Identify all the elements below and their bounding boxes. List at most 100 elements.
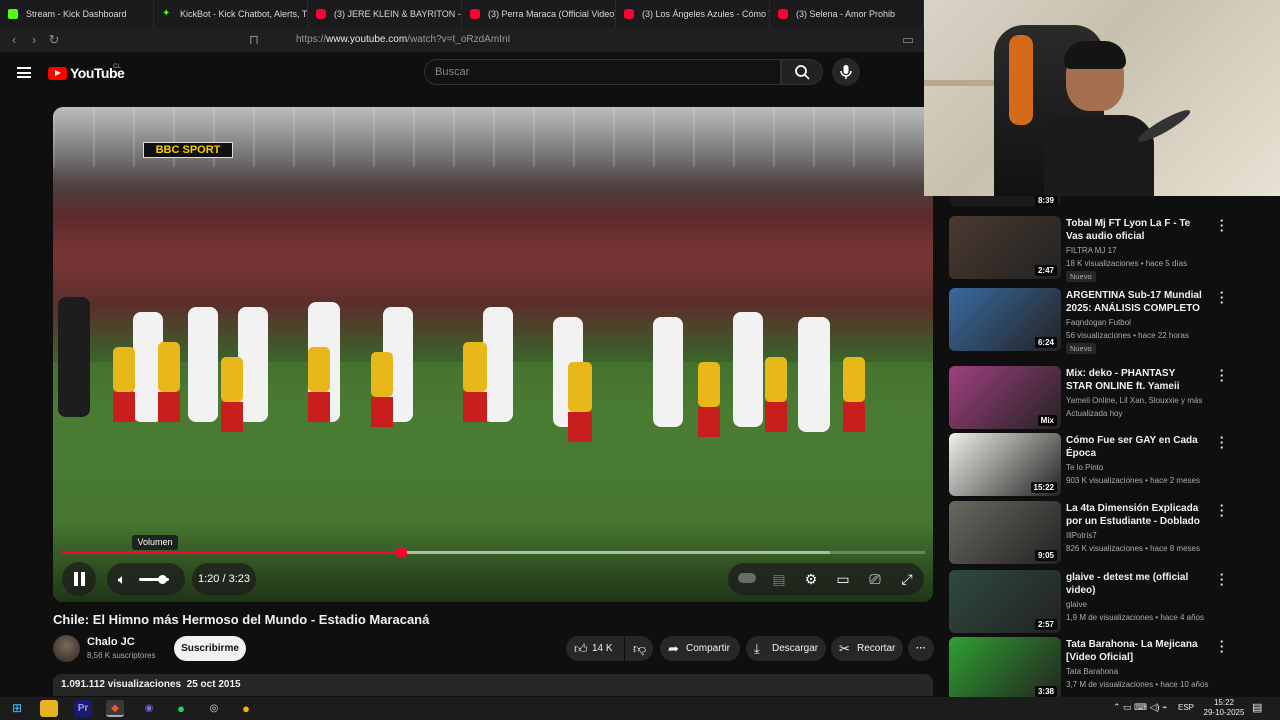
browser-tab[interactable]: Stream - Kick Dashboard xyxy=(0,0,154,28)
youtube-header: YouTube Buscar xyxy=(0,52,924,94)
recommendation-channel[interactable]: IllPotris7 xyxy=(1066,531,1097,540)
settings-icon[interactable]: ⚙︎ xyxy=(802,570,820,588)
recommendation-meta: 1,9 M de visualizaciones • hace 4 años xyxy=(1066,613,1204,622)
bookmark-icon[interactable]: ⊓ xyxy=(244,30,264,50)
notification-icon[interactable]: ▤ xyxy=(1252,701,1262,714)
browser-tab[interactable]: (3) Los Ángeles Azules - Cómo Te Vo xyxy=(616,0,770,28)
volume-tooltip: Volumen xyxy=(132,535,178,550)
subscribe-button[interactable]: Suscribirme xyxy=(174,636,246,661)
autoplay-toggle[interactable] xyxy=(738,573,756,583)
more-options-icon[interactable]: · · · xyxy=(1217,364,1227,387)
theater-mode-icon[interactable]: ▭ xyxy=(834,570,852,588)
recommendation-meta: 56 visualizaciones • hace 22 horas xyxy=(1066,331,1189,340)
more-options-icon[interactable]: · · · xyxy=(1217,568,1227,591)
screen-icon[interactable]: ▭ xyxy=(898,30,918,50)
volume-icon[interactable]: 🔈︎ xyxy=(113,570,131,588)
file-explorer-icon[interactable] xyxy=(40,700,58,717)
share-button[interactable]: ➦ Compartir xyxy=(660,636,740,661)
back-icon[interactable]: ‹ xyxy=(4,30,24,50)
forward-icon[interactable]: › xyxy=(24,30,44,50)
tab-label: Stream - Kick Dashboard xyxy=(26,9,127,19)
youtube-play-icon xyxy=(48,66,67,80)
channel-name[interactable]: Chalo JC xyxy=(87,636,135,648)
recommendation-title[interactable]: Cómo Fue ser GAY en Cada Época xyxy=(1066,434,1204,460)
reload-icon[interactable]: ↻ xyxy=(44,30,64,50)
recommendation-item[interactable]: 9:05 La 4ta Dimensión Explicada por un Es… xyxy=(949,499,1269,567)
recommendation-item[interactable]: 2:47 Tobal Mj FT Lyon La F - Te Vas audio… xyxy=(949,214,1269,282)
volume-handle[interactable] xyxy=(158,575,167,584)
recommendation-title[interactable]: Tobal Mj FT Lyon La F - Te Vas audio ofi… xyxy=(1066,217,1204,243)
browser-tab[interactable]: (3) JERE KLEIN & BAYRITON - TU Y YO xyxy=(308,0,462,28)
fullscreen-icon[interactable]: ⤢ xyxy=(898,570,916,588)
clock-time[interactable]: 15:22 xyxy=(1206,698,1242,707)
windows-start-icon[interactable]: ⊞ xyxy=(8,700,26,717)
browser-tab[interactable]: ✦ KickBot - Kick Chatbot, Alerts, TTS, C xyxy=(154,0,308,28)
avatar[interactable] xyxy=(53,635,80,662)
clock-date[interactable]: 29-10-2025 xyxy=(1200,708,1248,717)
recommendation-title[interactable]: glaive - detest me (official video) xyxy=(1066,571,1204,597)
video-thumbnail[interactable]: 6:24 xyxy=(949,288,1061,351)
description-box[interactable]: 1.091.112 visualizaciones 25 oct 2015 xyxy=(53,674,933,696)
cast-icon[interactable]: ⎚ xyxy=(866,570,884,588)
more-options-icon[interactable]: · · · xyxy=(1217,214,1227,237)
recommendation-channel[interactable]: Tata Barahona xyxy=(1066,667,1118,676)
recommendation-item[interactable]: 6:24 ARGENTINA Sub-17 Mundial 2025: ANÁLI… xyxy=(949,286,1269,354)
recommendation-item[interactable]: 2:57 glaive - detest me (official video) g… xyxy=(949,568,1269,636)
progress-bar[interactable] xyxy=(61,547,925,558)
search-input[interactable]: Buscar xyxy=(424,59,781,85)
recommendation-channel[interactable]: glaive xyxy=(1066,600,1087,609)
search-button[interactable] xyxy=(781,59,823,85)
right-controls xyxy=(728,563,924,595)
more-options-icon[interactable]: · · · xyxy=(1217,635,1227,658)
pause-button[interactable] xyxy=(62,562,96,596)
recommendation-meta: 903 K visualizaciones • hace 2 meses xyxy=(1066,476,1200,485)
spotify-icon[interactable]: ● xyxy=(172,700,190,717)
dislike-button[interactable]: 👎︎ xyxy=(625,636,653,661)
menu-icon[interactable] xyxy=(17,67,31,78)
obs-icon[interactable]: ◎ xyxy=(205,700,223,717)
view-count: 1.091.112 visualizaciones xyxy=(61,679,182,690)
search-icon xyxy=(795,65,810,80)
video-thumbnail[interactable]: Mix xyxy=(949,366,1061,429)
premiere-icon[interactable]: Pr xyxy=(74,700,92,717)
taskbar: ⊞ Pr ◆ ◉ ● ◎ ● ⌃ ▭ ⌨ ◁) ⌁ ESP 15:22 29-1… xyxy=(0,697,1280,720)
more-actions-icon[interactable]: ··· xyxy=(908,636,934,661)
brave-browser-icon[interactable]: ◆ xyxy=(106,700,124,717)
recommendation-item[interactable]: 15:22 Cómo Fue ser GAY en Cada Época Te lo… xyxy=(949,431,1269,499)
recommendation-channel[interactable]: Yameii Online, Lil Xan, Slouxxie y más xyxy=(1066,396,1202,405)
url-domain: www.youtube.com xyxy=(326,34,408,45)
tray-icons[interactable]: ⌃ ▭ ⌨ ◁) ⌁ xyxy=(1113,702,1167,713)
more-options-icon[interactable]: · · · xyxy=(1217,286,1227,309)
recommendation-channel[interactable]: Faqndogan Futbol xyxy=(1066,318,1131,327)
browser-tab[interactable]: (3) Perra Maraca (Official Video) - Yo xyxy=(462,0,616,28)
browser-tab[interactable]: (3) Selena - Amor Prohib xyxy=(770,0,924,28)
app-icon[interactable]: ◉ xyxy=(140,700,158,717)
chrome-icon[interactable]: ● xyxy=(237,700,255,717)
upload-date: 25 oct 2015 xyxy=(186,679,241,690)
video-thumbnail[interactable]: 2:57 xyxy=(949,570,1061,633)
recommendation-channel[interactable]: Te lo Pinto xyxy=(1066,463,1103,472)
recommendation-item[interactable]: 3:38 Tata Barahona- La Mejicana [Video Of… xyxy=(949,635,1269,703)
recommendation-title[interactable]: La 4ta Dimensión Explicada por un Estudi… xyxy=(1066,502,1204,528)
subtitles-icon[interactable]: ▤ xyxy=(770,570,788,588)
video-thumbnail[interactable]: 9:05 xyxy=(949,501,1061,564)
download-button[interactable]: ⤓ Descargar xyxy=(746,636,826,661)
recommendation-title[interactable]: Tata Barahona- La Mejicana [Video Oficia… xyxy=(1066,638,1204,664)
recommendation-title[interactable]: Mix: deko - PHANTASY STAR ONLINE ft. Yam… xyxy=(1066,367,1204,393)
language-indicator[interactable]: ESP xyxy=(1178,703,1194,712)
recommendation-title[interactable]: ARGENTINA Sub-17 Mundial 2025: ANÁLISIS … xyxy=(1066,289,1204,315)
recommendation-item[interactable]: Mix Mix: deko - PHANTASY STAR ONLINE ft. … xyxy=(949,364,1269,432)
video-thumbnail[interactable]: 2:47 xyxy=(949,216,1061,279)
voice-search-button[interactable] xyxy=(832,58,860,86)
partial-thumbnail[interactable]: 8:39 xyxy=(949,195,1061,206)
played-bar xyxy=(61,551,402,554)
clip-button[interactable]: ✂ Recortar xyxy=(831,636,903,661)
more-options-icon[interactable]: · · · xyxy=(1217,499,1227,522)
video-thumbnail[interactable]: 15:22 xyxy=(949,433,1061,496)
more-options-icon[interactable]: · · · xyxy=(1217,431,1227,454)
recommendation-channel[interactable]: FILTRA MJ 17 xyxy=(1066,246,1117,255)
like-button[interactable]: 👍︎ 14 K xyxy=(566,636,624,661)
browser-tab-bar: Stream - Kick Dashboard ✦ KickBot - Kick … xyxy=(0,0,924,28)
video-thumbnail[interactable]: 3:38 xyxy=(949,637,1061,700)
url-bar[interactable]: https://www.youtube.com/watch?v=t_oRzdAm… xyxy=(272,31,832,49)
